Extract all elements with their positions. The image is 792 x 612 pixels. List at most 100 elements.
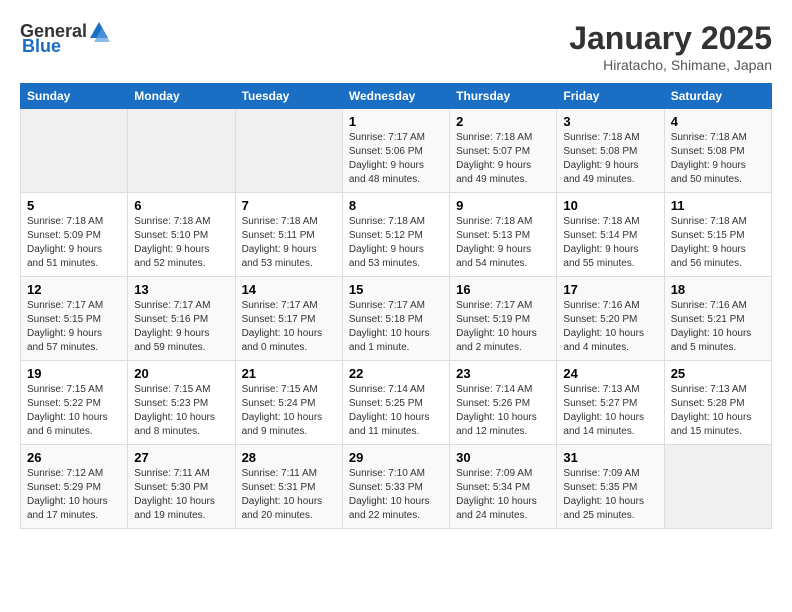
day-info: Sunrise: 7:18 AM Sunset: 5:08 PM Dayligh… (671, 131, 765, 187)
day-info: Sunrise: 7:10 AM Sunset: 5:33 PM Dayligh… (349, 467, 443, 523)
day-info: Sunrise: 7:14 AM Sunset: 5:26 PM Dayligh… (456, 383, 550, 439)
logo-icon (88, 20, 110, 42)
day-info: Sunrise: 7:18 AM Sunset: 5:13 PM Dayligh… (456, 215, 550, 271)
calendar-cell: 2 Sunrise: 7:18 AM Sunset: 5:07 PM Daylig… (450, 109, 557, 193)
day-of-week-header: Tuesday (235, 84, 342, 109)
day-number: 25 (671, 366, 765, 381)
calendar-cell: 12Sunrise: 7:17 AM Sunset: 5:15 PM Dayli… (21, 277, 128, 361)
day-number: 8 (349, 198, 443, 213)
day-info: Sunrise: 7:17 AM Sunset: 5:17 PM Dayligh… (242, 299, 336, 355)
day-info: Sunrise: 7:17 AM Sunset: 5:19 PM Dayligh… (456, 299, 550, 355)
calendar-cell: 20Sunrise: 7:15 AM Sunset: 5:23 PM Dayli… (128, 361, 235, 445)
calendar-cell (664, 445, 771, 529)
day-number: 6 (134, 198, 228, 213)
calendar-cell: 1 Sunrise: 7:17 AM Sunset: 5:06 PM Daylig… (342, 109, 449, 193)
calendar-cell: 5 Sunrise: 7:18 AM Sunset: 5:09 PM Daylig… (21, 193, 128, 277)
calendar-cell: 4 Sunrise: 7:18 AM Sunset: 5:08 PM Daylig… (664, 109, 771, 193)
calendar-week-row: 5 Sunrise: 7:18 AM Sunset: 5:09 PM Daylig… (21, 193, 772, 277)
day-info: Sunrise: 7:16 AM Sunset: 5:20 PM Dayligh… (563, 299, 657, 355)
calendar-cell: 13 Sunrise: 7:17 AM Sunset: 5:16 PM Dayli… (128, 277, 235, 361)
day-number: 19 (27, 366, 121, 381)
logo: General Blue (20, 20, 111, 57)
calendar-week-row: 26 Sunrise: 7:12 AM Sunset: 5:29 PM Dayli… (21, 445, 772, 529)
day-info: Sunrise: 7:18 AM Sunset: 5:15 PM Dayligh… (671, 215, 765, 271)
day-info: Sunrise: 7:18 AM Sunset: 5:07 PM Dayligh… (456, 131, 550, 187)
day-info: Sunrise: 7:13 AM Sunset: 5:27 PM Dayligh… (563, 383, 657, 439)
day-number: 16 (456, 282, 550, 297)
calendar-cell: 25 Sunrise: 7:13 AM Sunset: 5:28 PM Dayli… (664, 361, 771, 445)
calendar-cell: 19Sunrise: 7:15 AM Sunset: 5:22 PM Dayli… (21, 361, 128, 445)
day-info: Sunrise: 7:09 AM Sunset: 5:34 PM Dayligh… (456, 467, 550, 523)
day-info: Sunrise: 7:11 AM Sunset: 5:31 PM Dayligh… (242, 467, 336, 523)
day-number: 30 (456, 450, 550, 465)
calendar-cell: 23Sunrise: 7:14 AM Sunset: 5:26 PM Dayli… (450, 361, 557, 445)
day-number: 22 (349, 366, 443, 381)
day-number: 10 (563, 198, 657, 213)
day-of-week-header: Thursday (450, 84, 557, 109)
day-of-week-header: Monday (128, 84, 235, 109)
day-number: 29 (349, 450, 443, 465)
day-info: Sunrise: 7:17 AM Sunset: 5:16 PM Dayligh… (134, 299, 228, 355)
calendar-week-row: 12Sunrise: 7:17 AM Sunset: 5:15 PM Dayli… (21, 277, 772, 361)
calendar-cell: 8 Sunrise: 7:18 AM Sunset: 5:12 PM Daylig… (342, 193, 449, 277)
logo-blue-text: Blue (22, 36, 61, 57)
day-info: Sunrise: 7:18 AM Sunset: 5:12 PM Dayligh… (349, 215, 443, 271)
calendar-cell: 26 Sunrise: 7:12 AM Sunset: 5:29 PM Dayli… (21, 445, 128, 529)
location-subtitle: Hiratacho, Shimane, Japan (569, 57, 772, 73)
day-number: 24 (563, 366, 657, 381)
day-number: 26 (27, 450, 121, 465)
calendar-cell (128, 109, 235, 193)
day-of-week-header: Wednesday (342, 84, 449, 109)
day-of-week-header: Saturday (664, 84, 771, 109)
calendar-table: SundayMondayTuesdayWednesdayThursdayFrid… (20, 83, 772, 529)
day-number: 31 (563, 450, 657, 465)
day-info: Sunrise: 7:13 AM Sunset: 5:28 PM Dayligh… (671, 383, 765, 439)
day-info: Sunrise: 7:12 AM Sunset: 5:29 PM Dayligh… (27, 467, 121, 523)
day-info: Sunrise: 7:18 AM Sunset: 5:09 PM Dayligh… (27, 215, 121, 271)
day-number: 7 (242, 198, 336, 213)
day-info: Sunrise: 7:16 AM Sunset: 5:21 PM Dayligh… (671, 299, 765, 355)
day-info: Sunrise: 7:18 AM Sunset: 5:14 PM Dayligh… (563, 215, 657, 271)
day-of-week-header: Sunday (21, 84, 128, 109)
calendar-cell: 30 Sunrise: 7:09 AM Sunset: 5:34 PM Dayli… (450, 445, 557, 529)
calendar-cell: 24 Sunrise: 7:13 AM Sunset: 5:27 PM Dayli… (557, 361, 664, 445)
day-number: 3 (563, 114, 657, 129)
day-info: Sunrise: 7:15 AM Sunset: 5:23 PM Dayligh… (134, 383, 228, 439)
calendar-cell: 17Sunrise: 7:16 AM Sunset: 5:20 PM Dayli… (557, 277, 664, 361)
calendar-cell: 10 Sunrise: 7:18 AM Sunset: 5:14 PM Dayli… (557, 193, 664, 277)
day-info: Sunrise: 7:17 AM Sunset: 5:06 PM Dayligh… (349, 131, 443, 187)
calendar-cell: 14Sunrise: 7:17 AM Sunset: 5:17 PM Dayli… (235, 277, 342, 361)
title-block: January 2025 Hiratacho, Shimane, Japan (569, 20, 772, 73)
calendar-cell: 3 Sunrise: 7:18 AM Sunset: 5:08 PM Daylig… (557, 109, 664, 193)
calendar-cell: 11 Sunrise: 7:18 AM Sunset: 5:15 PM Dayli… (664, 193, 771, 277)
day-number: 11 (671, 198, 765, 213)
day-number: 4 (671, 114, 765, 129)
calendar-cell: 18Sunrise: 7:16 AM Sunset: 5:21 PM Dayli… (664, 277, 771, 361)
day-number: 13 (134, 282, 228, 297)
day-info: Sunrise: 7:18 AM Sunset: 5:08 PM Dayligh… (563, 131, 657, 187)
calendar-header-row: SundayMondayTuesdayWednesdayThursdayFrid… (21, 84, 772, 109)
calendar-week-row: 19Sunrise: 7:15 AM Sunset: 5:22 PM Dayli… (21, 361, 772, 445)
calendar-cell: 6 Sunrise: 7:18 AM Sunset: 5:10 PM Daylig… (128, 193, 235, 277)
calendar-cell: 15Sunrise: 7:17 AM Sunset: 5:18 PM Dayli… (342, 277, 449, 361)
calendar-cell (21, 109, 128, 193)
calendar-cell: 21Sunrise: 7:15 AM Sunset: 5:24 PM Dayli… (235, 361, 342, 445)
calendar-cell: 22 Sunrise: 7:14 AM Sunset: 5:25 PM Dayli… (342, 361, 449, 445)
calendar-cell: 9 Sunrise: 7:18 AM Sunset: 5:13 PM Daylig… (450, 193, 557, 277)
day-number: 2 (456, 114, 550, 129)
calendar-cell: 16 Sunrise: 7:17 AM Sunset: 5:19 PM Dayli… (450, 277, 557, 361)
day-info: Sunrise: 7:11 AM Sunset: 5:30 PM Dayligh… (134, 467, 228, 523)
calendar-cell: 27Sunrise: 7:11 AM Sunset: 5:30 PM Dayli… (128, 445, 235, 529)
day-number: 1 (349, 114, 443, 129)
day-number: 9 (456, 198, 550, 213)
day-number: 28 (242, 450, 336, 465)
calendar-cell: 7Sunrise: 7:18 AM Sunset: 5:11 PM Daylig… (235, 193, 342, 277)
day-info: Sunrise: 7:14 AM Sunset: 5:25 PM Dayligh… (349, 383, 443, 439)
calendar-cell (235, 109, 342, 193)
day-info: Sunrise: 7:15 AM Sunset: 5:24 PM Dayligh… (242, 383, 336, 439)
day-number: 5 (27, 198, 121, 213)
calendar-cell: 31 Sunrise: 7:09 AM Sunset: 5:35 PM Dayli… (557, 445, 664, 529)
day-info: Sunrise: 7:17 AM Sunset: 5:15 PM Dayligh… (27, 299, 121, 355)
day-info: Sunrise: 7:09 AM Sunset: 5:35 PM Dayligh… (563, 467, 657, 523)
day-info: Sunrise: 7:18 AM Sunset: 5:10 PM Dayligh… (134, 215, 228, 271)
